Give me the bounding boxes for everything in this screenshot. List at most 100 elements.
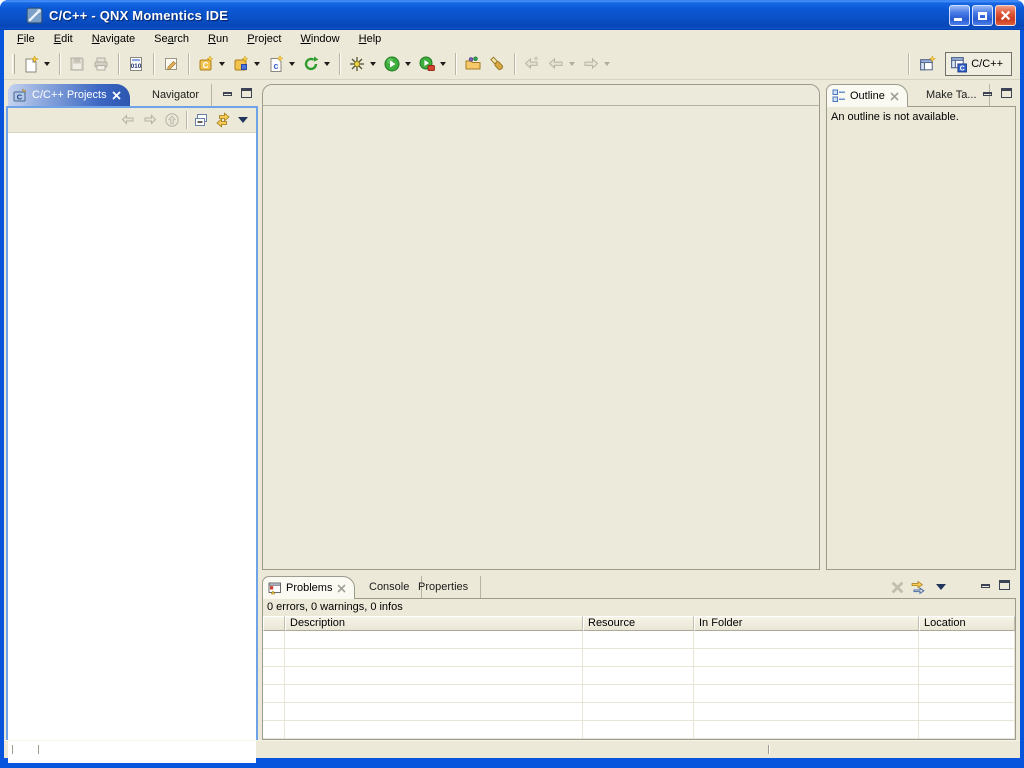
- minimize-button[interactable]: [949, 5, 970, 26]
- table-cell: [285, 685, 583, 702]
- svg-text:C: C: [203, 61, 209, 70]
- close-tab-icon[interactable]: [890, 92, 899, 101]
- table-cell: [694, 721, 919, 738]
- problems-table-header: DescriptionResourceIn FolderLocation: [263, 616, 1015, 631]
- debug-button[interactable]: [345, 52, 369, 76]
- run-button[interactable]: [380, 52, 404, 76]
- link-with-editor-button[interactable]: [212, 109, 234, 131]
- table-cell: [285, 721, 583, 738]
- menu-item-edit[interactable]: Edit: [47, 31, 80, 47]
- status-separator: [12, 745, 13, 754]
- minimize-view-icon[interactable]: [983, 92, 992, 96]
- status-separator: [768, 745, 769, 754]
- menu-item-navigate[interactable]: Navigate: [85, 31, 142, 47]
- problems-table[interactable]: DescriptionResourceIn FolderLocation: [263, 616, 1015, 739]
- cpp-perspective-button[interactable]: C C/C++: [945, 52, 1012, 76]
- new-cpp-project-button[interactable]: [229, 52, 253, 76]
- build-dropdown[interactable]: [324, 62, 330, 66]
- column-header-description[interactable]: Description: [285, 616, 583, 631]
- minimize-icon: [954, 18, 962, 21]
- problems-table-rows: [263, 631, 1015, 739]
- open-perspective-icon: [918, 55, 937, 73]
- table-row[interactable]: [263, 649, 1015, 667]
- table-row[interactable]: [263, 667, 1015, 685]
- table-row[interactable]: [263, 685, 1015, 703]
- maximize-view-icon[interactable]: [999, 580, 1010, 590]
- app-icon: [26, 7, 43, 24]
- edit-button[interactable]: [159, 52, 183, 76]
- menubar: File Edit Navigate Search Run Project Window He…: [4, 30, 1020, 48]
- close-tab-icon[interactable]: [112, 91, 121, 100]
- perspective-bar: C C/C++: [903, 48, 1016, 80]
- editor-area[interactable]: [262, 84, 820, 570]
- new-c-project-button[interactable]: C: [194, 52, 218, 76]
- table-cell: [263, 649, 285, 666]
- new-cpp-project-dropdown[interactable]: [254, 62, 260, 66]
- open-element-button[interactable]: [461, 52, 485, 76]
- table-cell: [583, 667, 694, 684]
- svg-text:010: 010: [131, 63, 142, 70]
- table-cell: [694, 703, 919, 720]
- tab-properties[interactable]: Properties: [406, 576, 481, 598]
- new-c-project-dropdown[interactable]: [219, 62, 225, 66]
- back-dropdown-disabled: [569, 62, 575, 66]
- minimize-view-icon[interactable]: [981, 584, 990, 588]
- profile-dropdown[interactable]: [440, 62, 446, 66]
- toolbar-separator: [59, 53, 60, 75]
- status-separator: [38, 745, 39, 754]
- filter-button[interactable]: [910, 579, 926, 595]
- minimize-view-icon[interactable]: [223, 92, 232, 96]
- table-row[interactable]: [263, 703, 1015, 721]
- view-menu-dropdown[interactable]: [238, 117, 248, 123]
- run-dropdown[interactable]: [405, 62, 411, 66]
- close-tab-icon[interactable]: [337, 584, 346, 593]
- table-row[interactable]: [263, 721, 1015, 739]
- table-cell: [285, 703, 583, 720]
- tab-problems[interactable]: Problems: [262, 576, 355, 599]
- menu-item-search[interactable]: Search: [147, 31, 196, 47]
- search-button[interactable]: [485, 52, 509, 76]
- open-perspective-button[interactable]: [914, 52, 941, 76]
- column-header-in-folder[interactable]: In Folder: [694, 616, 919, 631]
- menu-item-help[interactable]: Help: [352, 31, 389, 47]
- new-wizard-button[interactable]: [19, 52, 43, 76]
- column-header-resource[interactable]: Resource: [583, 616, 694, 631]
- profile-button[interactable]: [415, 52, 439, 76]
- maximize-button[interactable]: [972, 5, 993, 26]
- column-header-location[interactable]: Location: [919, 616, 1015, 631]
- right-panel-tabs: Outline Make Ta...: [826, 84, 1016, 106]
- table-row[interactable]: [263, 631, 1015, 649]
- collapse-all-button[interactable]: [190, 109, 212, 131]
- titlebar[interactable]: C/C++ - QNX Momentics IDE: [0, 0, 1024, 30]
- menu-item-window[interactable]: Window: [293, 31, 346, 47]
- print-button-disabled: [89, 52, 113, 76]
- new-wizard-dropdown[interactable]: [44, 62, 50, 66]
- tab-navigator[interactable]: Navigator: [140, 84, 212, 106]
- new-c-file-button[interactable]: c: [264, 52, 288, 76]
- view-menu-dropdown[interactable]: [936, 584, 946, 590]
- new-c-file-dropdown[interactable]: [289, 62, 295, 66]
- problems-body: 0 errors, 0 warnings, 0 infos Descriptio…: [262, 598, 1016, 740]
- column-header-marker[interactable]: [263, 616, 285, 631]
- table-cell: [583, 631, 694, 648]
- close-button[interactable]: [995, 5, 1016, 26]
- menu-item-file[interactable]: File: [10, 31, 42, 47]
- project-tree-area[interactable]: [8, 133, 256, 763]
- toolbar-drag-handle[interactable]: [12, 54, 15, 74]
- menu-item-run[interactable]: Run: [201, 31, 235, 47]
- tab-cpp-projects[interactable]: C C/C++ Projects: [8, 84, 130, 106]
- maximize-icon: [978, 12, 987, 20]
- debug-dropdown[interactable]: [370, 62, 376, 66]
- maximize-view-icon[interactable]: [1001, 88, 1012, 98]
- new-document-icon: [22, 55, 40, 73]
- tab-outline[interactable]: Outline: [826, 84, 908, 107]
- table-cell: [919, 631, 1015, 648]
- toolbar-separator: [118, 53, 119, 75]
- maximize-view-icon[interactable]: [241, 88, 252, 98]
- build-button[interactable]: [299, 52, 323, 76]
- tab-make-targets[interactable]: Make Ta...: [914, 84, 990, 106]
- binary-build-button[interactable]: 010: [124, 52, 148, 76]
- table-cell: [263, 703, 285, 720]
- menu-item-project[interactable]: Project: [240, 31, 288, 47]
- toolbar-separator: [188, 53, 189, 75]
